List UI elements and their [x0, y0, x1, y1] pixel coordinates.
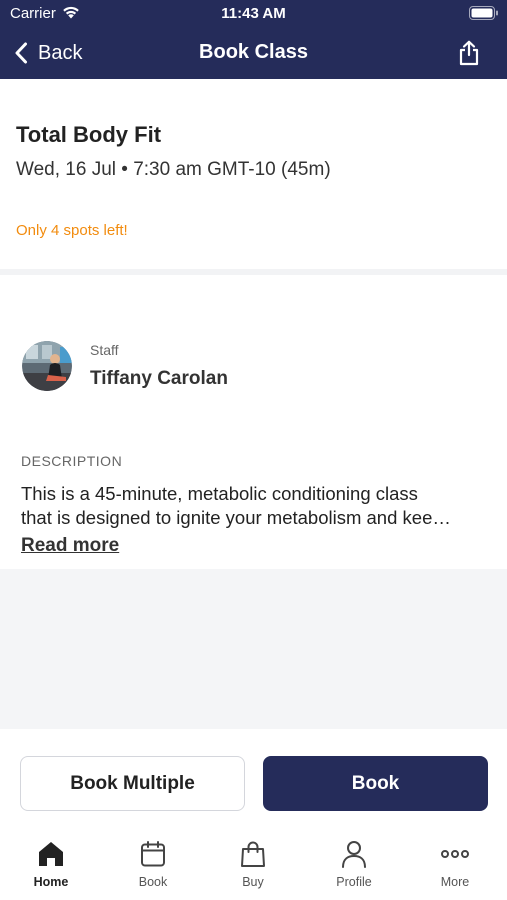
staff-row: Staff Tiffany Carolan	[22, 338, 228, 394]
more-icon	[441, 850, 469, 858]
action-bar: Book Multiple Book	[0, 729, 507, 829]
staff-name[interactable]: Tiffany Carolan	[90, 368, 228, 390]
home-icon	[39, 842, 63, 866]
read-more-link[interactable]: Read more	[21, 535, 119, 557]
description-text: This is a 45-minute, metabolic condition…	[21, 482, 491, 530]
availability-text: Only 4 spots left!	[16, 222, 128, 239]
class-summary: Total Body Fit Wed, 16 Jul • 7:30 am GMT…	[0, 79, 507, 269]
tab-buy[interactable]: Buy	[208, 839, 298, 897]
class-datetime: Wed, 16 Jul • 7:30 am GMT-10 (45m)	[16, 159, 331, 180]
app-header: Carrier 11:43 AM Back Book Class	[0, 0, 507, 79]
section-divider	[0, 269, 507, 275]
description-line: that is designed to ignite your metaboli…	[21, 507, 451, 528]
share-icon[interactable]	[457, 40, 481, 66]
shopping-bag-icon	[241, 841, 265, 867]
book-button[interactable]: Book	[263, 756, 488, 811]
tab-more[interactable]: More	[410, 839, 500, 897]
tab-label: Profile	[336, 875, 372, 889]
tab-label: More	[440, 875, 470, 889]
description-line: This is a 45-minute, metabolic condition…	[21, 483, 418, 504]
class-name: Total Body Fit	[16, 122, 162, 147]
tab-label: Home	[33, 875, 69, 889]
tab-home[interactable]: Home	[6, 839, 96, 897]
tab-label: Buy	[242, 875, 264, 889]
tab-label: Book	[138, 875, 168, 889]
avatar	[22, 341, 72, 391]
status-bar: Carrier 11:43 AM	[0, 0, 507, 28]
status-time: 11:43 AM	[221, 5, 286, 22]
staff-label: Staff	[90, 342, 119, 358]
content-spacer	[0, 569, 507, 729]
person-icon	[342, 841, 366, 868]
page-title: Book Class	[199, 41, 308, 63]
staff-info: Staff Tiffany Carolan	[90, 342, 228, 390]
tab-profile[interactable]: Profile	[309, 839, 399, 897]
book-multiple-button[interactable]: Book Multiple	[20, 756, 245, 811]
description-heading: DESCRIPTION	[21, 453, 123, 469]
battery-icon	[469, 6, 498, 20]
tab-book[interactable]: Book	[108, 839, 198, 897]
tab-bar: Home Book Buy Profile More	[0, 829, 507, 900]
calendar-icon	[141, 841, 165, 867]
